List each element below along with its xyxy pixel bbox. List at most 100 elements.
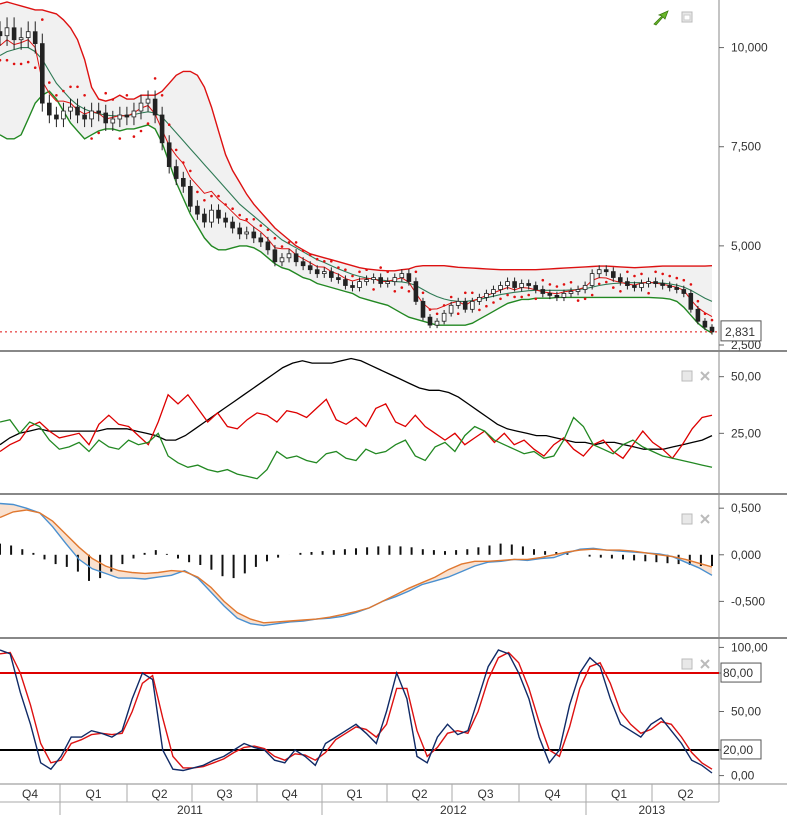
chart-stage: 10,0007,5005,0002,5002,83150,0025,000,50… xyxy=(0,0,787,815)
year-label: 2011 xyxy=(177,803,203,815)
candle-body xyxy=(476,296,482,302)
macd-tick-label: 0,500 xyxy=(731,501,761,515)
candle-body xyxy=(639,283,644,288)
candle-body xyxy=(68,106,73,112)
sar-dot xyxy=(245,218,248,221)
candle-body xyxy=(47,102,52,116)
macd-tick-label: -0,500 xyxy=(731,594,765,608)
candle-body xyxy=(180,177,186,187)
stoch-tick-label: 0,00 xyxy=(731,769,755,783)
candle-body xyxy=(491,289,496,294)
sar-dot xyxy=(294,241,298,244)
candle-body xyxy=(117,114,123,120)
sar-dot xyxy=(464,291,467,295)
sar-dot xyxy=(315,257,319,261)
panel-close-icon[interactable] xyxy=(700,514,710,524)
candle-body xyxy=(498,285,503,290)
candle-body xyxy=(237,227,243,235)
panel-window-icon[interactable] xyxy=(681,370,693,382)
candle-body xyxy=(75,106,80,116)
candle-body xyxy=(709,326,715,333)
candle-body xyxy=(32,31,38,45)
candle-body xyxy=(202,213,207,223)
sar-dot xyxy=(182,161,185,164)
candle-body xyxy=(667,285,672,288)
sar-dot xyxy=(104,91,107,95)
candle-body xyxy=(462,300,468,310)
sar-dot xyxy=(160,94,164,97)
sar-dot xyxy=(111,98,115,101)
candle-body xyxy=(526,283,531,286)
panel-close-icon[interactable] xyxy=(700,659,710,669)
panel-window-icon[interactable] xyxy=(681,658,693,670)
sar-dot xyxy=(583,297,587,301)
sar-dot xyxy=(41,18,44,21)
candle-body xyxy=(216,209,221,219)
sar-dot xyxy=(456,312,460,316)
candle-body xyxy=(265,241,271,251)
panel-close-icon[interactable] xyxy=(700,371,710,381)
sar-dot xyxy=(337,266,340,269)
candle-body xyxy=(96,110,102,114)
sar-dot xyxy=(118,137,122,140)
sar-dot xyxy=(675,276,679,280)
candle-body xyxy=(18,37,24,41)
sar-dot xyxy=(280,245,284,248)
candle-body xyxy=(258,237,264,243)
sar-dot xyxy=(238,213,241,217)
quarter-label: Q3 xyxy=(478,787,494,801)
candle-body xyxy=(505,281,510,287)
sar-dot xyxy=(682,278,686,282)
macd-line xyxy=(0,502,713,627)
sar-dot xyxy=(668,274,671,278)
sar-dot xyxy=(520,295,523,299)
sar-dot xyxy=(26,60,30,64)
sar-dot xyxy=(605,280,608,284)
sar-dot xyxy=(301,249,305,253)
candle-body xyxy=(660,283,665,286)
sar-dot xyxy=(69,85,72,89)
sar-dot xyxy=(55,94,58,97)
sar-dot xyxy=(492,301,495,304)
sar-dot xyxy=(633,274,636,278)
candle-body xyxy=(54,114,59,120)
sar-dot xyxy=(541,278,545,282)
sar-dot xyxy=(647,291,650,295)
candle-body xyxy=(314,269,320,275)
panel-window-icon[interactable] xyxy=(681,513,693,525)
minus-di-line xyxy=(0,416,713,480)
sar-dot xyxy=(485,304,488,308)
candle-body xyxy=(378,277,383,284)
sar-dot xyxy=(428,308,432,311)
sar-dot xyxy=(576,299,580,302)
candle-body xyxy=(392,277,398,283)
macd-panel xyxy=(0,502,713,627)
sar-dot xyxy=(224,203,227,206)
candle-body xyxy=(293,253,299,263)
candle-body xyxy=(618,277,623,283)
candle-body xyxy=(561,292,567,298)
sar-dot xyxy=(33,66,37,69)
candle-body xyxy=(674,287,679,290)
sar-dot xyxy=(351,274,354,278)
sar-dot xyxy=(696,299,700,303)
sar-dot xyxy=(266,228,270,232)
sar-dot xyxy=(421,291,425,295)
sar-dot xyxy=(562,283,566,286)
candle-body xyxy=(25,31,31,39)
sar-dot xyxy=(167,123,171,126)
sar-dot xyxy=(90,137,93,140)
quarter-label: Q2 xyxy=(412,787,428,801)
sar-dot xyxy=(62,89,65,93)
sar-dot xyxy=(555,285,559,288)
candle-body xyxy=(272,249,278,263)
candle-body xyxy=(575,289,581,292)
quarter-label: Q4 xyxy=(282,787,298,801)
sar-dot xyxy=(174,148,178,152)
adx-panel xyxy=(0,357,713,480)
sar-dot xyxy=(640,272,643,276)
candle-body xyxy=(173,166,179,179)
candle-body xyxy=(434,320,440,326)
panel-window-icon[interactable] xyxy=(681,11,693,23)
year-label: 2012 xyxy=(440,803,467,815)
